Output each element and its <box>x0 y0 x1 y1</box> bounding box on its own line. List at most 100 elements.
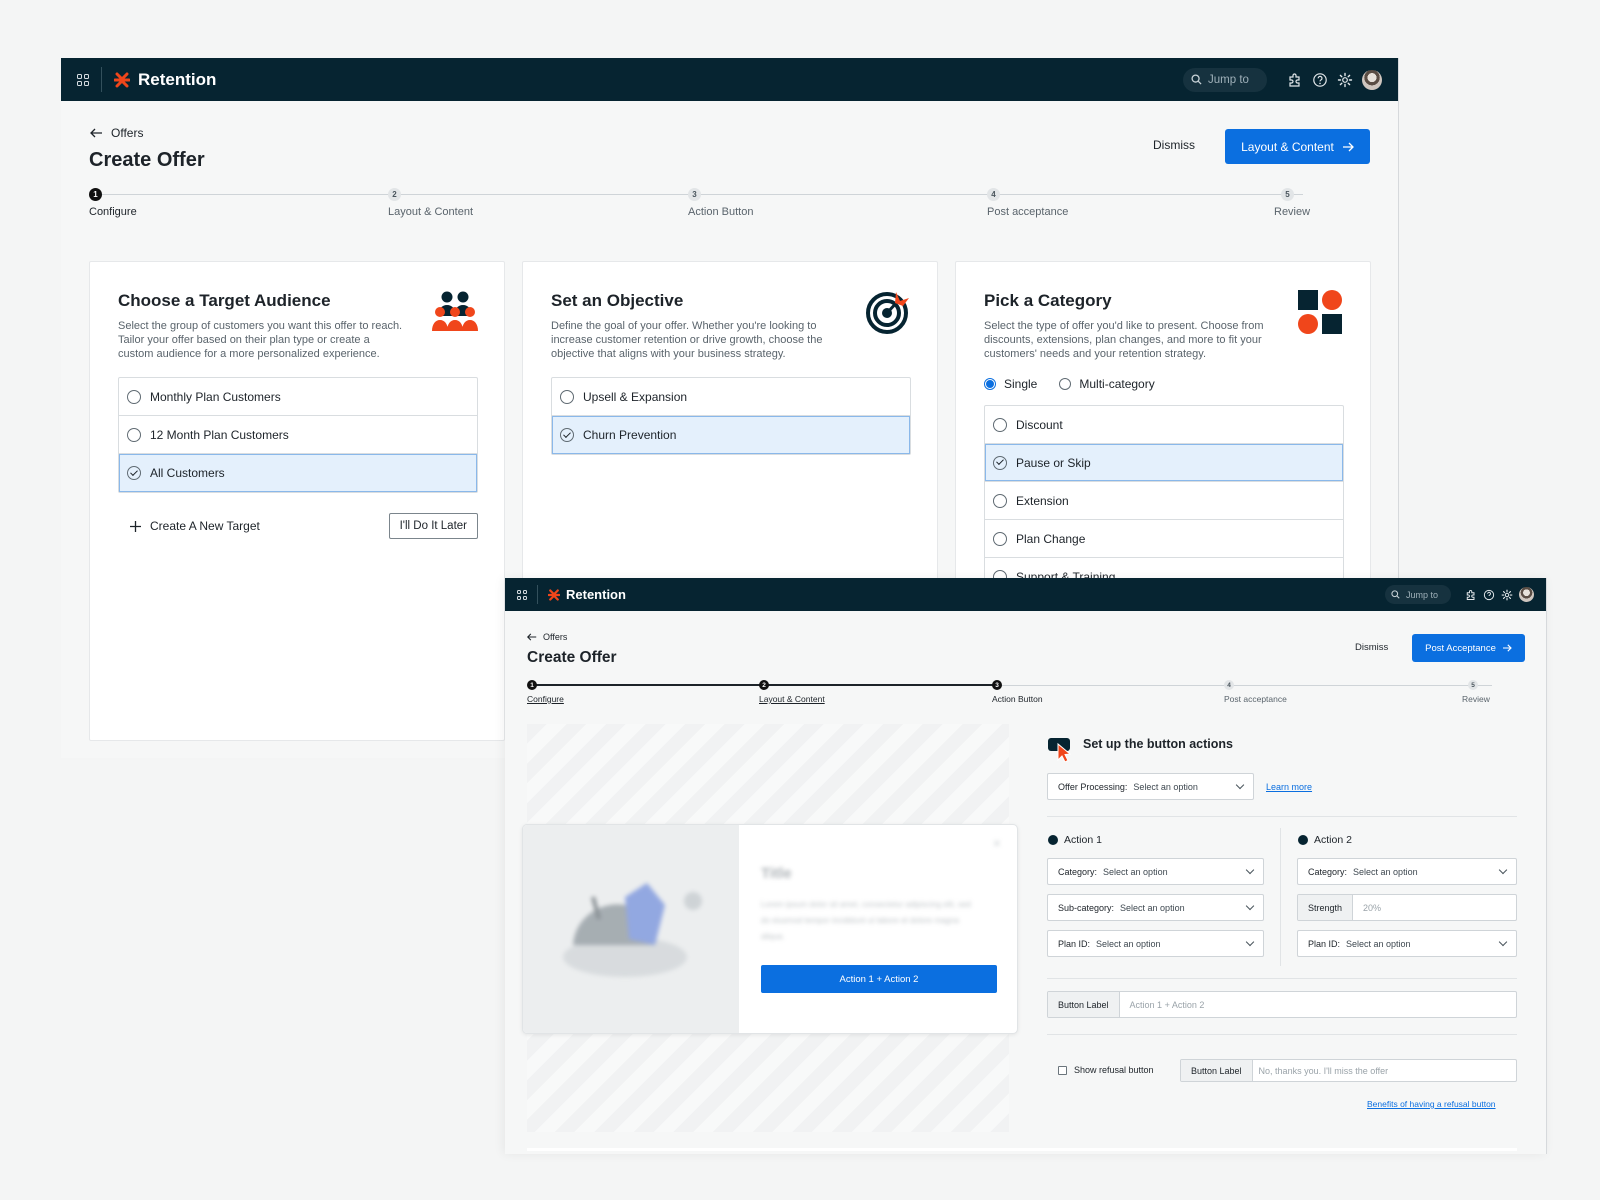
field-key: Offer Processing: <box>1058 781 1128 792</box>
category-option[interactable]: Extension <box>985 482 1343 520</box>
section-divider <box>1047 978 1517 979</box>
chevron-down-icon <box>1498 937 1508 946</box>
step-number: 2 <box>759 680 769 690</box>
step-review[interactable]: 5 Review <box>1462 680 1490 704</box>
jump-to-search[interactable]: Jump to <box>1183 67 1267 92</box>
user-avatar[interactable] <box>1362 69 1382 90</box>
refusal-button-label-input[interactable]: Button Label No, thanks you. I'll miss t… <box>1180 1059 1517 1082</box>
page-bottom-divider <box>527 1148 1517 1151</box>
brand-name: Retention <box>138 69 217 89</box>
brand-logo[interactable]: Retention <box>548 587 626 602</box>
audience-option-selected[interactable]: All Customers <box>119 454 477 492</box>
arrow-right-icon <box>1342 142 1354 151</box>
category-option[interactable]: Plan Change <box>985 520 1343 558</box>
field-value: Select an option <box>1103 866 1168 877</box>
preview-illustration-icon <box>563 883 702 977</box>
app-launcher-icon[interactable] <box>517 589 527 600</box>
step-configure[interactable]: 1 Configure <box>527 680 564 704</box>
action-1-plan-id-select[interactable]: Plan ID: Select an option <box>1047 930 1264 957</box>
action-2-strength-input[interactable]: Strength 20% <box>1297 894 1517 921</box>
action-2-header: Action 2 <box>1298 834 1352 846</box>
breadcrumb-back-offers[interactable]: Offers <box>90 126 143 140</box>
step-action-button[interactable]: 3 Action Button <box>688 188 753 218</box>
step-label: Action Button <box>688 206 754 218</box>
action-1-subcategory-select[interactable]: Sub-category: Select an option <box>1047 894 1264 921</box>
create-new-target-button[interactable]: Create A New Target <box>118 519 260 533</box>
arrow-left-icon <box>527 633 537 641</box>
user-avatar[interactable] <box>1519 587 1534 602</box>
learn-more-link[interactable]: Learn more <box>1266 782 1312 792</box>
action-title: Action 2 <box>1314 834 1352 846</box>
action-2-plan-id-select[interactable]: Plan ID: Select an option <box>1297 930 1517 957</box>
app-launcher-icon[interactable] <box>77 73 89 86</box>
puzzle-icon[interactable] <box>1465 589 1477 601</box>
audience-option[interactable]: 12 Month Plan Customers <box>119 416 477 454</box>
action-1-category-select[interactable]: Category: Select an option <box>1047 858 1264 885</box>
category-option[interactable]: Discount <box>985 406 1343 444</box>
objective-option-list: Upsell & Expansion Churn Prevention <box>551 377 911 455</box>
objective-option-selected[interactable]: Churn Prevention <box>552 416 910 454</box>
arrow-right-icon <box>1502 644 1512 652</box>
button-label-input[interactable]: Button Label Action 1 + Action 2 <box>1047 991 1517 1018</box>
radio-button-checked[interactable] <box>984 378 996 390</box>
radio-button[interactable] <box>1059 378 1072 390</box>
brand-name: Retention <box>566 587 626 602</box>
action-bullet <box>1298 835 1308 845</box>
jump-to-search[interactable]: Jump to <box>1385 585 1451 604</box>
step-review[interactable]: 5 Review <box>1274 188 1310 218</box>
help-icon[interactable] <box>1312 72 1328 88</box>
step-label: Post acceptance <box>1224 694 1287 704</box>
section-divider <box>1047 816 1517 817</box>
offer-processing-select[interactable]: Offer Processing: Select an option <box>1047 773 1254 800</box>
radio-button-checked[interactable] <box>560 428 574 442</box>
card-title: Pick a Category <box>984 291 1112 310</box>
create-new-target-label: Create A New Target <box>150 519 260 533</box>
radio-button-checked[interactable] <box>127 466 141 480</box>
gear-icon[interactable] <box>1501 589 1513 601</box>
radio-button[interactable] <box>560 389 574 404</box>
radio-button[interactable] <box>993 493 1007 508</box>
field-value: Select an option <box>1133 781 1198 792</box>
action-bullet <box>1048 835 1058 845</box>
checkbox[interactable] <box>1058 1065 1067 1075</box>
brand-logo[interactable]: Retention <box>114 70 216 90</box>
section-divider <box>1047 1034 1517 1035</box>
radio-button-checked[interactable] <box>993 455 1007 470</box>
chevron-down-icon <box>1245 901 1255 910</box>
step-label: Configure <box>89 206 137 218</box>
breadcrumb-back-offers[interactable]: Offers <box>527 632 567 642</box>
next-step-button[interactable]: Layout & Content <box>1225 129 1370 164</box>
step-post-acceptance[interactable]: 4 Post acceptance <box>987 188 1068 218</box>
audience-option[interactable]: Monthly Plan Customers <box>119 378 477 416</box>
target-audience-card: Choose a Target Audience Select the grou… <box>89 261 505 741</box>
action-2-category-select[interactable]: Category: Select an option <box>1297 858 1517 885</box>
show-refusal-checkbox[interactable]: Show refusal button <box>1058 1065 1154 1075</box>
gear-icon[interactable] <box>1337 72 1353 88</box>
radio-button[interactable] <box>993 417 1007 432</box>
radio-button[interactable] <box>127 389 141 404</box>
category-option-selected[interactable]: Pause or Skip <box>985 444 1343 482</box>
next-step-button[interactable]: Post Acceptance <box>1412 634 1525 662</box>
step-label: Post acceptance <box>987 206 1069 218</box>
chevron-down-icon <box>1245 865 1255 874</box>
step-post-acceptance[interactable]: 4 Post acceptance <box>1224 680 1287 704</box>
refusal-benefits-link[interactable]: Benefits of having a refusal button <box>1367 1099 1496 1109</box>
field-key: Plan ID: <box>1308 938 1341 949</box>
objective-option[interactable]: Upsell & Expansion <box>552 378 910 416</box>
option-label: All Customers <box>150 466 225 480</box>
radio-button[interactable] <box>127 427 141 442</box>
do-it-later-button[interactable]: I'll Do It Later <box>388 513 478 539</box>
radio-button[interactable] <box>993 531 1007 546</box>
dismiss-button[interactable]: Dismiss <box>1153 138 1195 152</box>
puzzle-icon[interactable] <box>1287 72 1303 88</box>
step-configure[interactable]: 1 Configure <box>89 188 137 218</box>
help-icon[interactable] <box>1483 589 1495 601</box>
mode-multi-category[interactable]: Multi-category <box>1059 377 1155 391</box>
field-key: Strength <box>1298 895 1354 920</box>
mode-single[interactable]: Single <box>984 377 1037 391</box>
step-action-button[interactable]: 3 Action Button <box>992 680 1043 704</box>
dismiss-button[interactable]: Dismiss <box>1355 642 1388 653</box>
step-layout-content[interactable]: 2 Layout & Content <box>388 188 473 218</box>
field-value: Select an option <box>1120 902 1185 913</box>
step-layout-content[interactable]: 2 Layout & Content <box>759 680 825 704</box>
